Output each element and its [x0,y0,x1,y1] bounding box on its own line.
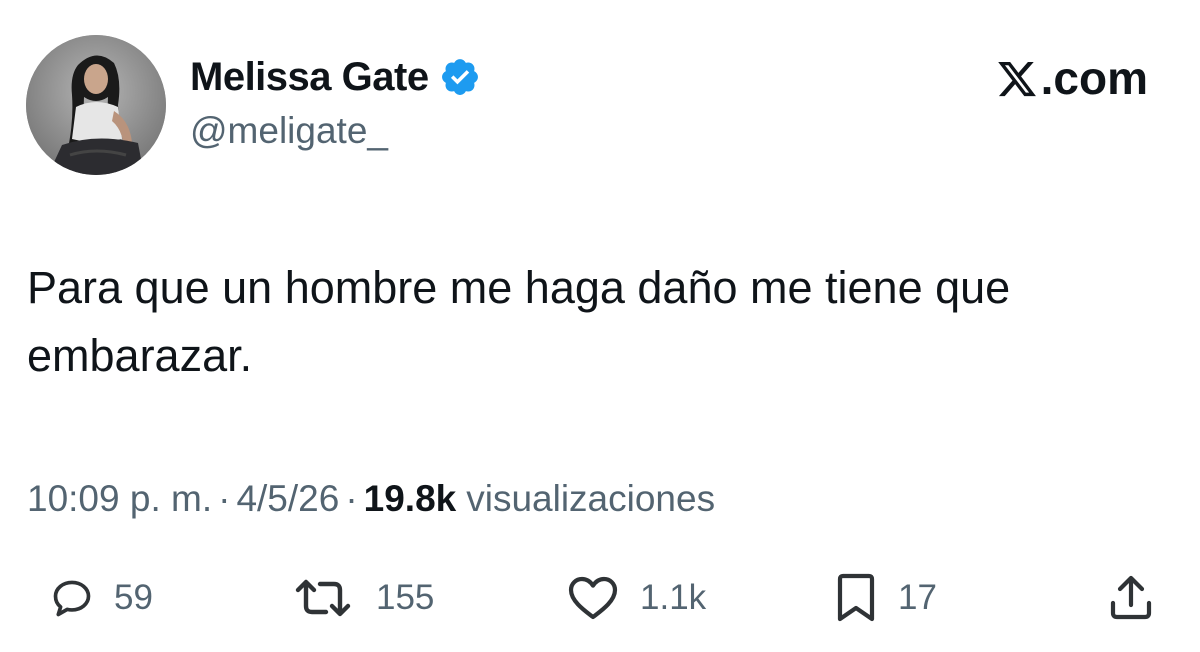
x-logo-icon [995,57,1039,99]
brand-mark: .com [995,50,1148,106]
tweet-text: Para que un hombre me haga daño me tiene… [27,262,1011,381]
repost-button[interactable]: 155 [290,566,434,630]
like-count: 1.1k [640,578,707,617]
avatar[interactable] [26,35,166,175]
views-label: visualizaciones [466,478,716,519]
verified-badge-icon [439,56,481,98]
repost-count: 155 [376,578,435,617]
meta-separator: · [345,478,358,519]
meta-separator: · [218,478,231,519]
bookmark-count: 17 [898,578,937,617]
tweet-card: Melissa Gate @meligate_ .com Para que un… [0,0,1200,652]
bookmark-button[interactable]: 17 [834,566,937,630]
profile-photo [26,35,166,175]
display-name[interactable]: Melissa Gate [190,55,429,100]
reply-button[interactable]: 59 [50,566,153,630]
author-name-row[interactable]: Melissa Gate [190,50,481,104]
author-handle[interactable]: @meligate_ [190,110,388,152]
share-icon [1106,573,1156,623]
heart-icon [566,574,620,622]
action-bar: 59 155 1.1k 17 [0,566,1200,630]
brand-suffix: .com [1040,52,1148,104]
repost-icon [290,574,356,622]
tweet-time[interactable]: 10:09 p. m. [27,478,212,520]
bookmark-icon [834,573,878,623]
reply-icon [50,576,94,620]
tweet-date[interactable]: 4/5/26 [236,478,339,520]
views-count: 19.8k [363,478,457,519]
reply-count: 59 [114,578,153,617]
like-button[interactable]: 1.1k [566,566,706,630]
share-button[interactable] [1106,566,1156,630]
tweet-meta: 10:09 p. m. · 4/5/26 · 19.8k visualizaci… [27,472,715,526]
